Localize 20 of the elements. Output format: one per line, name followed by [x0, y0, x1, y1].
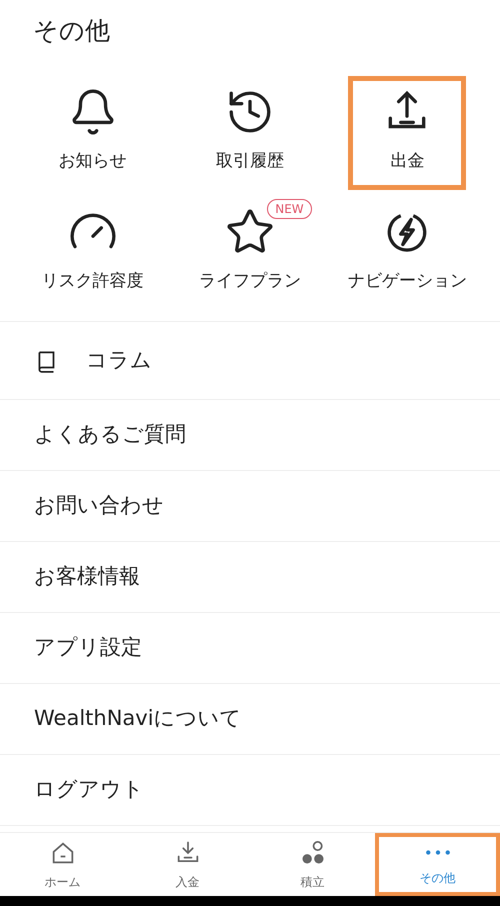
tab-bar-item[interactable]: 積立 [250, 833, 375, 896]
tab-bar-item[interactable]: その他 [375, 833, 500, 896]
menu-item[interactable]: よくあるご質問 [0, 400, 500, 471]
menu-item[interactable]: アプリ設定 [0, 613, 500, 684]
shortcut-button[interactable]: ナビゲーション [328, 196, 486, 309]
tab-bar-item[interactable]: ホーム [0, 833, 125, 896]
menu-item[interactable]: ログアウト [0, 755, 500, 826]
page-title: その他 [33, 15, 110, 48]
shortcut-button[interactable]: お知らせ [14, 76, 172, 190]
menu-item[interactable]: お客様情報 [0, 542, 500, 613]
shortcut-button[interactable]: 出金 [348, 76, 466, 190]
menu-item[interactable]: WealthNaviについて [0, 684, 500, 755]
new-badge: NEW [267, 198, 312, 218]
shortcut-button[interactable]: 取引履歴 [171, 76, 329, 190]
menu-item[interactable]: お問い合わせ [0, 471, 500, 542]
tab-bar-item[interactable]: 入金 [125, 833, 250, 896]
shortcut-button[interactable]: リスク許容度 [14, 196, 172, 309]
column-link[interactable]: コラム [0, 322, 500, 400]
shortcut-button[interactable]: NEW ライフプラン [171, 196, 329, 309]
more-icon [424, 848, 450, 857]
